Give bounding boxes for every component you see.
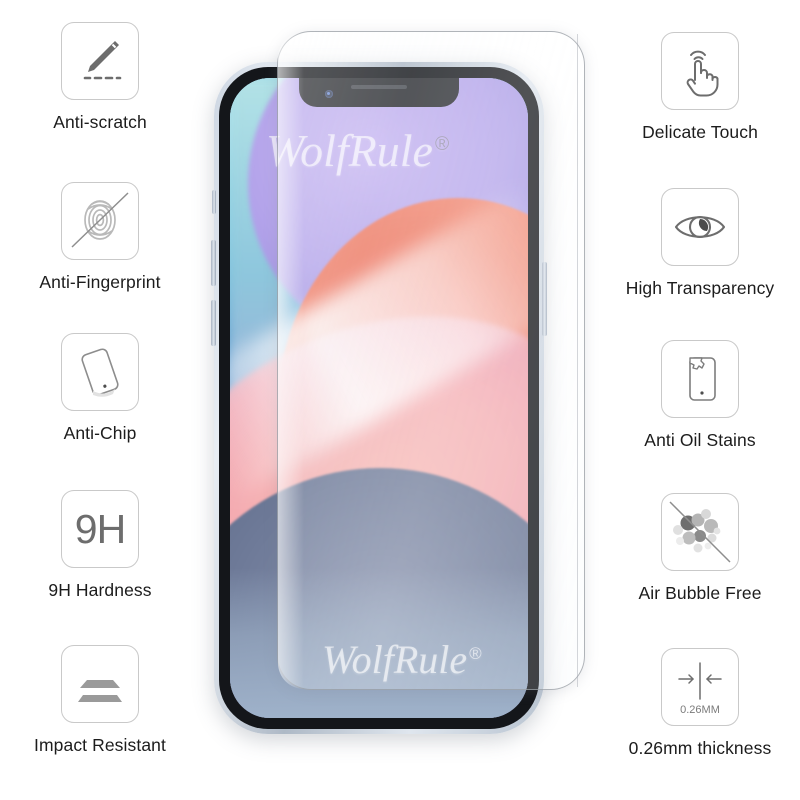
- feature-label: Anti-scratch: [53, 112, 147, 132]
- phone-notch: [299, 78, 459, 107]
- features-column-right: Delicate Touch High Transparency Anti Oi…: [600, 0, 800, 800]
- front-camera-icon: [325, 90, 333, 98]
- bubbles-crossed-icon: [661, 493, 739, 571]
- feature-label: Air Bubble Free: [638, 583, 762, 603]
- power-button: [542, 262, 547, 336]
- wallpaper-bottom-fade: [230, 568, 528, 718]
- eye-icon: [661, 188, 739, 266]
- fingerprint-crossed-icon: [61, 182, 139, 260]
- phone-bezel: WolfRule ® WolfRule ®: [219, 67, 539, 729]
- phone-device: WolfRule ® WolfRule ®: [211, 62, 547, 734]
- feature-anti-fingerprint: Anti-Fingerprint: [0, 182, 200, 293]
- thickness-icon-value: 0.26MM: [680, 704, 720, 716]
- feature-label: Anti-Fingerprint: [39, 272, 161, 292]
- feature-impact-resistant: Impact Resistant: [0, 645, 200, 756]
- thickness-caliper-icon: 0.26MM: [661, 648, 739, 726]
- feature-label: High Transparency: [625, 278, 775, 298]
- volume-up-button: [211, 240, 216, 286]
- feature-label: 0.26mm thickness: [628, 738, 772, 758]
- layered-impact-icon: [61, 645, 139, 723]
- volume-down-button: [211, 300, 216, 346]
- feature-label: Delicate Touch: [642, 122, 758, 142]
- feature-anti-chip: Anti-Chip: [0, 333, 200, 444]
- mute-switch: [212, 190, 216, 214]
- feature-thickness: 0.26MM 0.26mm thickness: [600, 648, 800, 759]
- feature-9h-hardness: 9H 9H Hardness: [0, 490, 200, 601]
- feature-air-bubble-free: Air Bubble Free: [600, 493, 800, 604]
- feature-label: 9H Hardness: [48, 580, 152, 600]
- feature-label: Impact Resistant: [34, 735, 166, 755]
- feature-label: Anti-Chip: [63, 423, 137, 443]
- feature-anti-scratch: Anti-scratch: [0, 22, 200, 133]
- phone-screen: WolfRule ® WolfRule ®: [230, 78, 528, 718]
- tilted-phone-icon: [61, 333, 139, 411]
- features-column-left: Anti-scratch Anti-Fingerprint Anti-Chip …: [0, 0, 200, 800]
- feature-anti-oil-stains: Anti Oil Stains: [600, 340, 800, 451]
- feature-high-transparency: High Transparency: [600, 188, 800, 299]
- feature-label: Anti Oil Stains: [644, 430, 756, 450]
- earpiece-speaker-icon: [351, 85, 407, 89]
- knife-scratch-icon: [61, 22, 139, 100]
- phone-oil-stain-icon: [661, 340, 739, 418]
- hardness-9h-icon: 9H: [61, 490, 139, 568]
- hardness-icon-value: 9H: [74, 505, 126, 552]
- glass-right-edge: [577, 34, 578, 687]
- feature-delicate-touch: Delicate Touch: [600, 32, 800, 143]
- touch-hand-icon: [661, 32, 739, 110]
